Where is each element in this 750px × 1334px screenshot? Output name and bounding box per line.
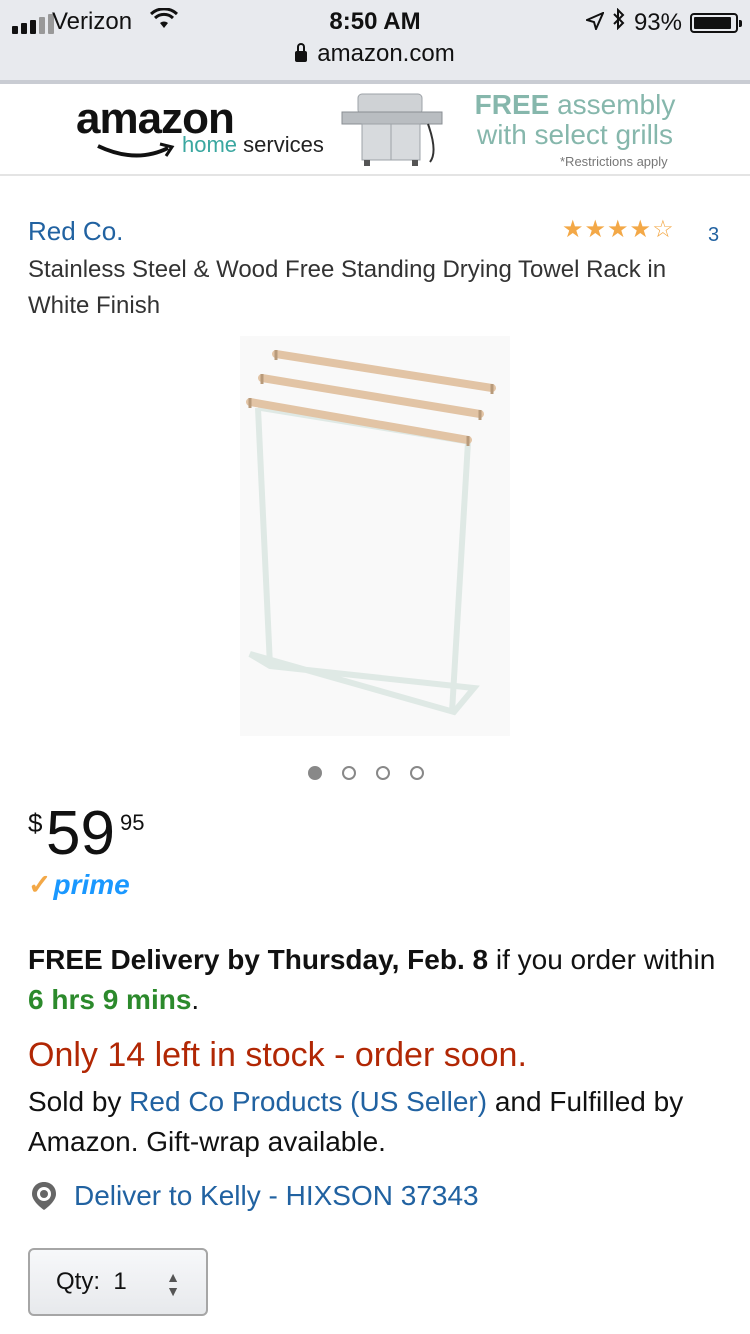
price-fraction: 95 xyxy=(120,810,145,835)
price-currency: $ xyxy=(28,808,43,838)
carousel-dot[interactable] xyxy=(410,766,424,780)
star-empty-icon: ☆ xyxy=(652,216,674,243)
review-count-link[interactable]: 3 xyxy=(708,224,719,247)
delivery-message: FREE Delivery by Thursday, Feb. 8 if you… xyxy=(28,944,716,1015)
seller-link[interactable]: Red Co Products (US Seller) xyxy=(129,1086,487,1117)
prime-check-icon: ✓ xyxy=(28,869,52,900)
image-carousel-dots[interactable] xyxy=(308,766,424,780)
location-pin-icon xyxy=(32,1182,56,1210)
star-filled-icon: ★ xyxy=(562,216,584,243)
product-title: Stainless Steel & Wood Free Standing Dry… xyxy=(28,256,667,319)
grill-image xyxy=(341,93,443,166)
promo-text: FREE assembly with select grills xyxy=(474,89,676,150)
carousel-dot[interactable] xyxy=(376,766,390,780)
battery-percent: 93% xyxy=(633,8,682,36)
lock-icon xyxy=(295,43,308,62)
star-filled-icon: ★ xyxy=(584,216,607,243)
battery-icon xyxy=(690,12,742,33)
ad-banner[interactable]: amazon home services FREE assembly with … xyxy=(0,84,750,176)
quantity-label: Qty: xyxy=(56,1268,101,1295)
amazon-smile-icon xyxy=(97,142,175,158)
amazon-home-services-label: home services xyxy=(182,132,324,157)
location-arrow-icon xyxy=(584,9,605,37)
brand-link[interactable]: Red Co. xyxy=(28,216,123,247)
star-rating[interactable]: ★ ★ ★ ★ ☆ xyxy=(562,218,674,242)
prime-badge: ✓ prime xyxy=(28,868,130,901)
carousel-dot[interactable] xyxy=(308,766,322,780)
select-arrows-icon: ▲ ▼ xyxy=(166,1269,180,1299)
carousel-dot[interactable] xyxy=(342,766,356,780)
quantity-select[interactable]: Qty: 1 ▲ ▼ xyxy=(28,1248,208,1316)
restrictions-note: *Restrictions apply xyxy=(560,154,668,169)
address-bar[interactable]: amazon.com xyxy=(0,40,750,68)
delivery-countdown: 6 hrs 9 mins xyxy=(28,984,192,1015)
bluetooth-icon xyxy=(612,7,626,37)
deliver-to-link[interactable]: Deliver to Kelly - HIXSON 37343 xyxy=(28,1180,479,1212)
price-whole: 59 xyxy=(46,799,115,868)
star-filled-icon: ★ xyxy=(607,216,629,243)
url-text: amazon.com xyxy=(317,40,455,67)
product-image[interactable] xyxy=(240,336,510,736)
towel-rack-image xyxy=(240,336,510,736)
browser-status-bar: Verizon 8:50 AM 93% amazon.com xyxy=(0,0,750,84)
seller-info: Sold by Red Co Products (US Seller) and … xyxy=(28,1086,684,1157)
stock-warning: Only 14 left in stock - order soon. xyxy=(28,1036,527,1074)
star-filled-icon: ★ xyxy=(629,216,652,243)
quantity-value: 1 xyxy=(113,1268,127,1295)
